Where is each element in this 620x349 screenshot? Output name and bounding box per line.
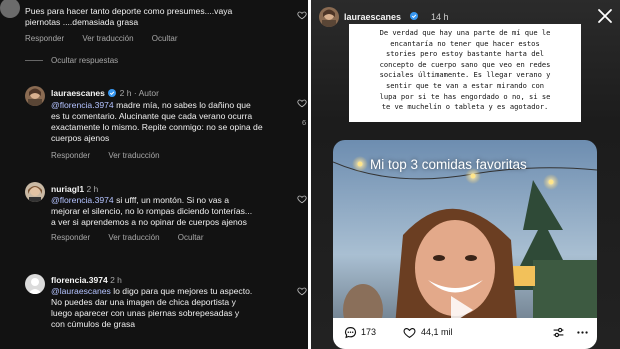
heart-icon[interactable]	[297, 286, 307, 296]
story-username[interactable]: lauraescanes	[344, 12, 401, 22]
comment-header: lauraescanes 2 h · Autor	[51, 88, 159, 98]
mention-link[interactable]: @florencia.3974	[51, 195, 114, 205]
comment-text: @lauraescanes lo digo para que mejores t…	[51, 286, 253, 329]
comment-time: 2 h	[86, 184, 99, 194]
heart-icon[interactable]	[297, 10, 307, 20]
comment-actions: Responder Ver traducción	[51, 151, 176, 160]
sliders-icon[interactable]	[552, 326, 565, 339]
avatar[interactable]	[25, 182, 45, 202]
comment-actions: Responder Ver traducción Ocultar	[51, 233, 220, 242]
mention-link[interactable]: @lauraescanes	[51, 286, 111, 296]
see-translation-button[interactable]: Ver traducción	[82, 34, 133, 43]
hide-button[interactable]: Ocultar	[152, 34, 178, 43]
comments-count: 173	[361, 327, 377, 337]
story-avatar[interactable]	[319, 7, 339, 27]
story-time: 14 h	[431, 12, 449, 22]
more-options-icon[interactable]	[576, 326, 589, 339]
reel-title: Mi top 3 comidas favoritas	[370, 157, 527, 172]
verified-badge-icon	[410, 12, 418, 20]
avatar[interactable]	[0, 0, 20, 18]
heart-icon[interactable]	[297, 194, 307, 204]
author-label: Autor	[138, 88, 159, 98]
verified-badge-icon	[108, 89, 117, 97]
reply-button[interactable]: Responder	[51, 233, 90, 242]
hide-button[interactable]: Ocultar	[178, 233, 204, 242]
comment-text: @florencia.3974 si ufff, un montón. Si n…	[51, 195, 253, 227]
divider-line	[25, 60, 43, 62]
reel-stats-bar: 173 44,1 mil	[333, 318, 597, 349]
see-translation-button[interactable]: Ver traducción	[108, 233, 159, 242]
username[interactable]: lauraescanes	[51, 88, 105, 98]
likes-count: 44,1 mil	[421, 327, 453, 337]
username[interactable]: nuriagl1	[51, 184, 84, 194]
story-viewer: lauraescanes 14 h De verdad que hay una …	[311, 0, 620, 349]
comment-header: florencia.3974 2 h	[51, 275, 122, 285]
avatar[interactable]	[25, 274, 45, 294]
username[interactable]: florencia.3974	[51, 275, 108, 285]
hide-replies-button[interactable]: Ocultar respuestas	[25, 56, 118, 65]
like-count: 6	[302, 118, 307, 127]
comment-bubble-icon[interactable]	[344, 326, 357, 339]
comment-time: 2 h	[110, 275, 122, 285]
comment-text: Pues para hacer tanto deporte como presu…	[25, 6, 233, 27]
reply-button[interactable]: Responder	[51, 151, 90, 160]
comment-time: 2 h	[119, 88, 132, 98]
heart-icon[interactable]	[403, 326, 416, 339]
see-translation-button[interactable]: Ver traducción	[108, 151, 159, 160]
close-icon[interactable]	[597, 8, 613, 24]
comment-text: @florencia.3974 madre mía, no sabes lo d…	[51, 100, 263, 143]
comment-actions: Responder Ver traducción Ocultar	[25, 34, 194, 43]
comments-panel: Pues para hacer tanto deporte como presu…	[0, 0, 308, 349]
heart-icon[interactable]	[297, 98, 307, 108]
mention-link[interactable]: @florencia.3974	[51, 100, 114, 110]
reply-button[interactable]: Responder	[25, 34, 64, 43]
avatar[interactable]	[25, 86, 45, 106]
comment-header: nuriagl1 2 h	[51, 184, 98, 194]
story-text-box: De verdad que hay una parte de mí que le…	[349, 24, 581, 122]
